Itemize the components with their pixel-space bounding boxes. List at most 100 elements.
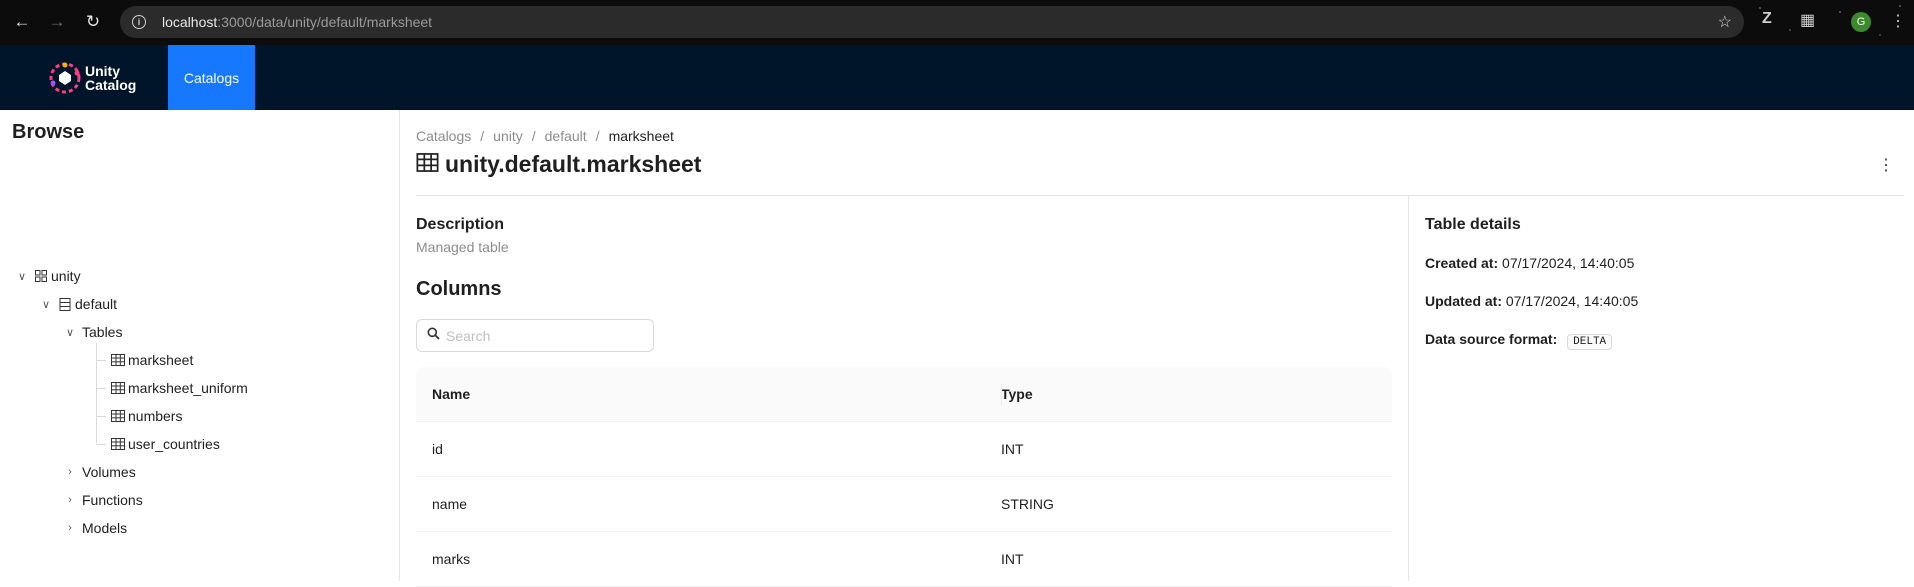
- breadcrumb: Catalogs / unity / default / marksheet: [416, 128, 674, 144]
- tree-label-table: marksheet: [128, 352, 194, 368]
- breadcrumb-schema[interactable]: default: [545, 128, 587, 144]
- table-details-heading: Table details: [1425, 216, 1521, 233]
- chevron-down-icon[interactable]: ∨: [64, 326, 76, 339]
- updated-at-label: Updated at:: [1425, 293, 1502, 309]
- table-icon: [111, 437, 125, 451]
- back-icon[interactable]: ←: [8, 8, 36, 36]
- chevron-down-icon[interactable]: ∨: [16, 270, 28, 283]
- updated-at-row: Updated at: 07/17/2024, 14:40:05: [1425, 293, 1638, 309]
- logo-line2: Catalog: [85, 76, 137, 93]
- chevron-down-icon[interactable]: ∨: [40, 298, 52, 311]
- main-content: Catalogs / unity / default / marksheet unity.d…: [401, 110, 1914, 587]
- breadcrumb-current: marksheet: [608, 128, 674, 144]
- tree-label-tables: Tables: [82, 324, 123, 340]
- tree-label-models: Models: [82, 520, 128, 536]
- chevron-right-icon[interactable]: ›: [64, 522, 76, 534]
- tree-node-table[interactable]: user_countries: [111, 433, 220, 455]
- site-info-icon[interactable]: i: [132, 15, 146, 29]
- profile-avatar[interactable]: G: [1851, 12, 1871, 32]
- tree-label-table: user_countries: [128, 436, 220, 452]
- bookmark-star-icon[interactable]: ☆: [1718, 12, 1732, 32]
- tree-node-schema[interactable]: ∨ default: [40, 293, 117, 315]
- extension-z-icon[interactable]: Z: [1762, 10, 1772, 28]
- reload-icon[interactable]: ↻: [79, 8, 107, 36]
- updated-at-value: 07/17/2024, 14:40:05: [1505, 293, 1639, 309]
- tree-node-table[interactable]: marksheet_uniform: [111, 377, 248, 399]
- app-header: Unity Catalog Catalogs: [0, 45, 1914, 110]
- tree-node-table[interactable]: numbers: [111, 405, 182, 427]
- table-row[interactable]: id INT: [416, 422, 1392, 477]
- catalog-icon: [34, 269, 48, 283]
- sidebar-title: Browse: [12, 121, 85, 143]
- created-at-value: 07/17/2024, 14:40:05: [1502, 255, 1635, 271]
- address-bar[interactable]: i localhost:3000/data/unity/default/mark…: [120, 6, 1744, 38]
- cell-name: id: [432, 441, 443, 457]
- breadcrumb-catalogs[interactable]: Catalogs: [416, 128, 471, 144]
- nav-tab-catalogs[interactable]: Catalogs: [168, 45, 255, 110]
- header-separator: [1001, 384, 1002, 405]
- format-tag: DELTA: [1567, 334, 1613, 350]
- chevron-right-icon[interactable]: ›: [64, 466, 76, 478]
- tree-label-schema: default: [75, 296, 118, 312]
- search-input[interactable]: [446, 327, 646, 344]
- unity-catalog-logo[interactable]: Unity Catalog: [48, 45, 168, 110]
- tree-label-table: marksheet_uniform: [128, 380, 248, 396]
- tree-guide-line: [96, 343, 97, 443]
- created-at-label: Created at:: [1425, 255, 1499, 271]
- breadcrumb-catalog[interactable]: unity: [493, 128, 523, 144]
- table-details-panel: Table details Created at: 07/17/2024, 14…: [1425, 216, 1638, 350]
- cell-name: name: [432, 496, 468, 512]
- tree-branch: [96, 360, 106, 361]
- tree-node-tables[interactable]: ∨ Tables: [64, 321, 123, 343]
- cell-type: INT: [1001, 551, 1024, 567]
- forward-icon[interactable]: →: [43, 8, 71, 36]
- schema-icon: [58, 297, 72, 311]
- tree-branch: [96, 416, 106, 417]
- columns-heading: Columns: [416, 278, 502, 300]
- tree-branch: [96, 444, 106, 445]
- format-label: Data source format:: [1425, 331, 1558, 347]
- browse-sidebar: Browse ∨ unity ∨ default ∨ Tables marksh…: [0, 110, 400, 581]
- url-text[interactable]: localhost:3000/data/unity/default/marksh…: [162, 14, 432, 30]
- column-header-name[interactable]: Name: [416, 386, 1001, 402]
- table-header: Name Type: [416, 367, 1392, 422]
- format-row: Data source format: DELTA: [1425, 331, 1613, 350]
- column-header-type[interactable]: Type: [1001, 386, 1033, 402]
- tree-branch: [96, 388, 106, 389]
- divider: [416, 195, 1904, 196]
- column-search[interactable]: [416, 319, 654, 352]
- columns-table: Name Type id INT name STRING marks INT: [416, 367, 1392, 587]
- table-row[interactable]: name STRING: [416, 477, 1392, 532]
- extensions-puzzle-icon[interactable]: ▦: [1800, 10, 1815, 30]
- table-row[interactable]: marks INT: [416, 532, 1392, 587]
- table-icon: [416, 151, 439, 178]
- tree-label-catalog: unity: [51, 268, 81, 284]
- tree-node-volumes[interactable]: › Volumes: [64, 461, 136, 483]
- tree-label-functions: Functions: [82, 492, 143, 508]
- tree-node-models[interactable]: › Models: [64, 517, 127, 539]
- divider: [1408, 195, 1409, 581]
- browser-menu-icon[interactable]: ⋮: [1890, 11, 1906, 31]
- description-heading: Description: [416, 216, 505, 233]
- page-title-text: unity.default.marksheet: [445, 151, 702, 177]
- logo-mark-icon: [49, 62, 81, 93]
- tree-node-catalog[interactable]: ∨ unity: [16, 265, 81, 287]
- page-title: unity.default.marksheet: [416, 151, 701, 178]
- cell-name: marks: [432, 551, 471, 567]
- tree-node-table[interactable]: marksheet: [111, 349, 193, 371]
- tree-node-functions[interactable]: › Functions: [64, 489, 143, 511]
- logo-line1: Unity: [85, 62, 120, 79]
- tree-label-volumes: Volumes: [82, 464, 136, 480]
- table-icon: [111, 353, 125, 367]
- created-at-row: Created at: 07/17/2024, 14:40:05: [1425, 255, 1634, 271]
- search-icon: [427, 327, 440, 345]
- cell-type: INT: [1001, 441, 1024, 457]
- chevron-right-icon[interactable]: ›: [64, 494, 76, 506]
- browser-toolbar: ← → ↻ i localhost:3000/data/unity/defaul…: [0, 0, 1914, 45]
- more-options-icon[interactable]: ⋮: [1878, 155, 1894, 175]
- description-value: Managed table: [416, 239, 509, 255]
- cell-type: STRING: [1001, 496, 1054, 512]
- table-icon: [111, 409, 125, 423]
- table-icon: [111, 381, 125, 395]
- tree-label-table: numbers: [128, 408, 183, 424]
